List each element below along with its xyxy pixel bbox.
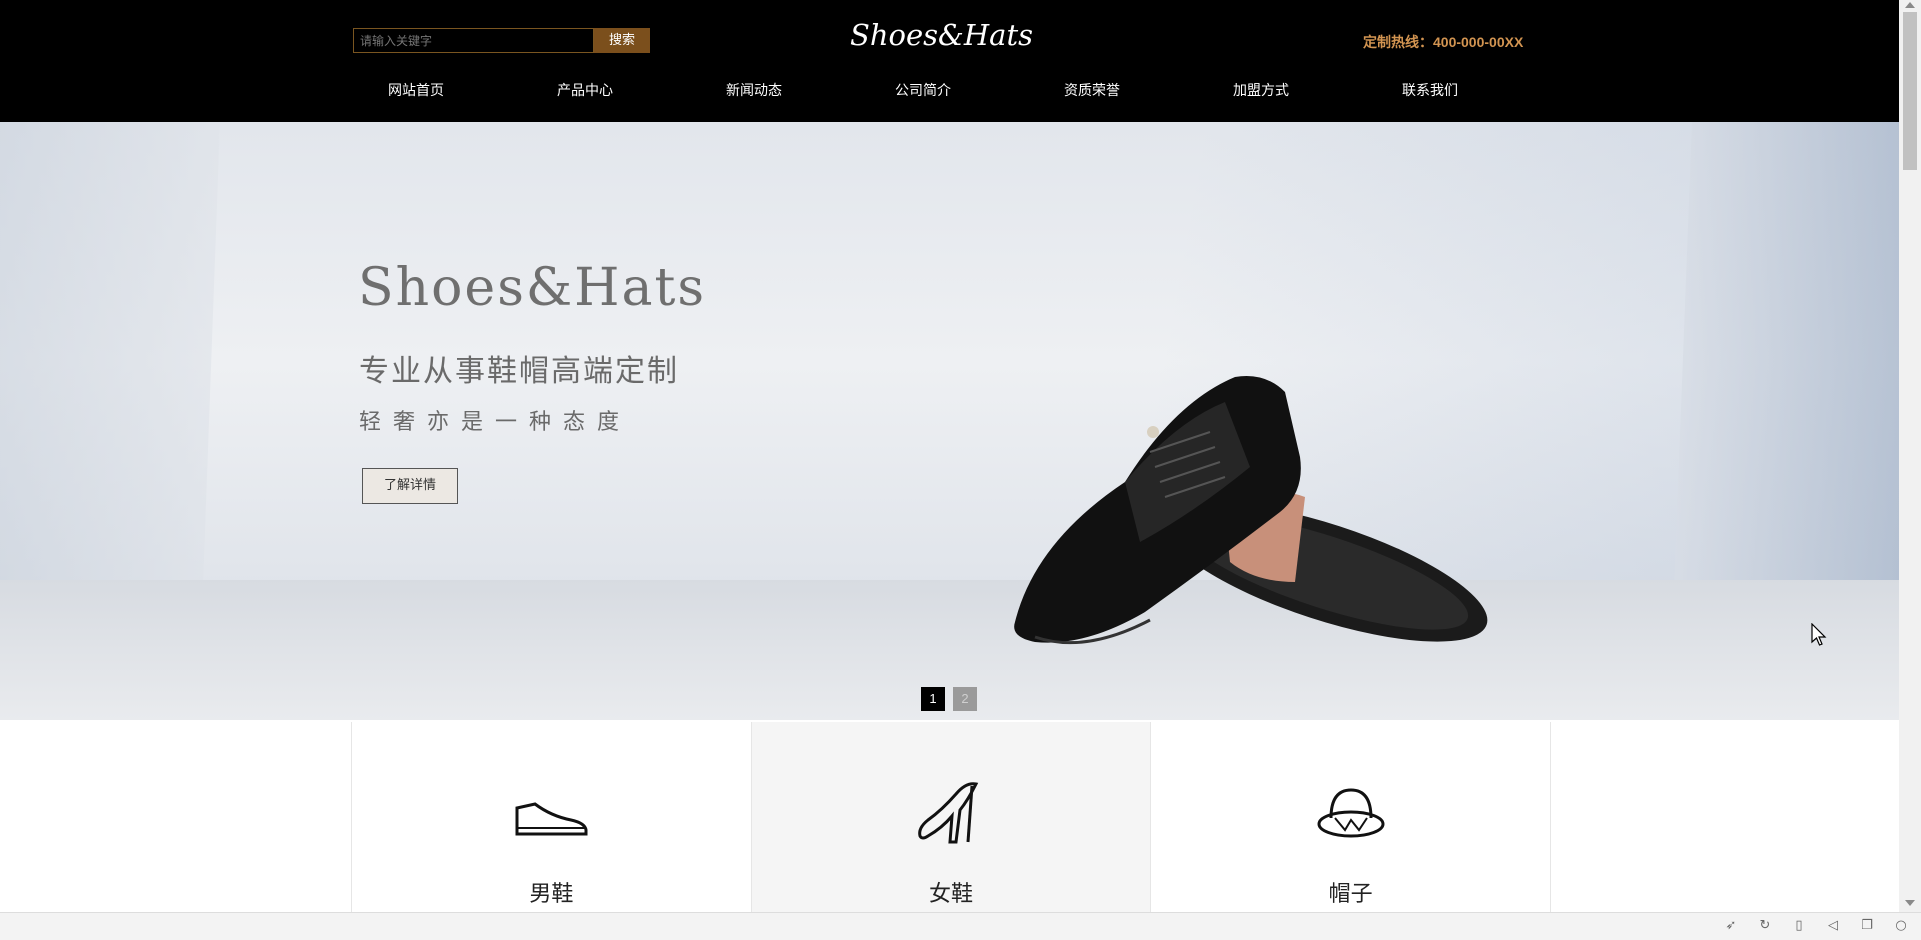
category-label: 女鞋: [929, 882, 974, 907]
search-icon[interactable]: ○: [1893, 918, 1909, 934]
window-icon[interactable]: ❐: [1859, 918, 1875, 934]
nav-item-products[interactable]: 产品中心: [522, 80, 691, 102]
category-strip: 男鞋 女鞋 帽子: [351, 722, 1552, 912]
trash-icon[interactable]: ▯: [1791, 918, 1807, 934]
nav-item-home[interactable]: 网站首页: [353, 80, 522, 102]
banner-subtitle: 专业从事鞋帽高端定制: [359, 354, 679, 389]
scroll-down-icon[interactable]: [1905, 900, 1915, 906]
high-heel-icon: [918, 782, 979, 844]
nav-item-contact[interactable]: 联系我们: [1367, 80, 1536, 102]
mens-shoe-icon: [515, 802, 588, 836]
category-label: 帽子: [1328, 882, 1373, 907]
vertical-scrollbar[interactable]: [1899, 0, 1921, 912]
hotline-text: 定制热线：400-000-00XX: [1363, 34, 1524, 50]
category-hats[interactable]: 帽子: [1151, 722, 1552, 912]
hero-banner: Shoes&Hats 专业从事鞋帽高端定制 轻奢亦是一种态度 了解详情 1 2: [0, 122, 1899, 720]
nav-item-honors[interactable]: 资质荣誉: [1029, 80, 1198, 102]
learn-more-button[interactable]: 了解详情: [362, 468, 458, 504]
category-womens-shoes[interactable]: 女鞋: [751, 722, 1152, 912]
main-nav: 网站首页 产品中心 新闻动态 公司简介 资质荣誉 加盟方式 联系我们: [353, 80, 1536, 102]
search-bar: 搜索: [353, 28, 650, 53]
refresh-icon[interactable]: ↻: [1757, 918, 1773, 934]
banner-pagination: 1 2: [921, 687, 977, 711]
scrollbar-thumb[interactable]: [1903, 12, 1917, 170]
banner-page-2[interactable]: 2: [953, 687, 977, 711]
nav-item-news[interactable]: 新闻动态: [691, 80, 860, 102]
search-input[interactable]: [353, 28, 594, 53]
mouse-cursor-icon: [1811, 623, 1827, 646]
browser-status-bar: ➶ ↻ ▯ ◁ ❐ ○: [0, 912, 1921, 940]
site-logo[interactable]: Shoes&Hats: [850, 18, 1033, 52]
banner-page-1[interactable]: 1: [921, 687, 945, 711]
category-label: 男鞋: [529, 882, 574, 907]
rocket-icon[interactable]: ➶: [1723, 918, 1739, 934]
leather-shoe-image: [1014, 376, 1488, 645]
category-mens-shoes[interactable]: 男鞋: [352, 722, 752, 912]
status-icons: ➶ ↻ ▯ ◁ ❐ ○: [1723, 918, 1909, 934]
hat-icon: [1317, 788, 1385, 838]
banner-tagline: 轻奢亦是一种态度: [359, 410, 632, 435]
nav-item-franchise[interactable]: 加盟方式: [1198, 80, 1367, 102]
speaker-icon[interactable]: ◁: [1825, 918, 1841, 934]
search-button[interactable]: 搜索: [594, 28, 650, 53]
banner-title: Shoes&Hats: [358, 258, 707, 318]
scroll-up-icon[interactable]: [1905, 2, 1915, 8]
nav-item-about[interactable]: 公司简介: [860, 80, 1029, 102]
site-header: 搜索 Shoes&Hats 定制热线：400-000-00XX 网站首页 产品中…: [0, 0, 1899, 122]
